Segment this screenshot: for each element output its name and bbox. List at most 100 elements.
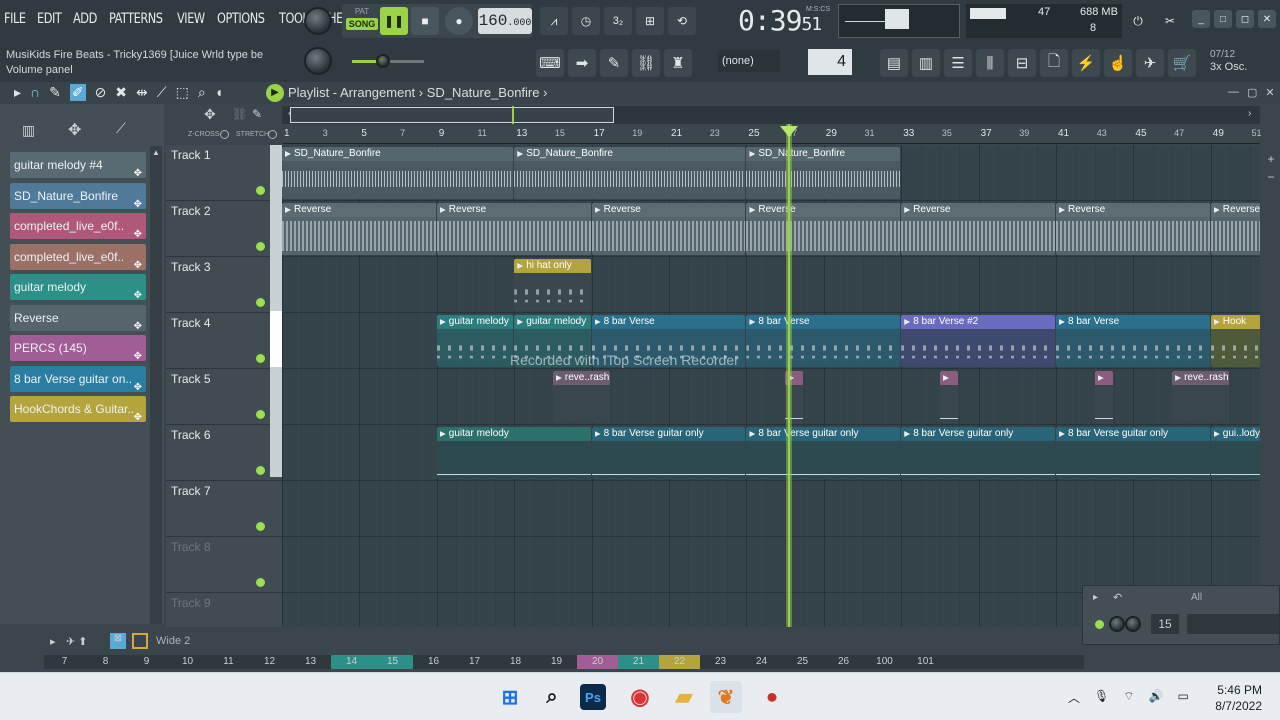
mixer-arrow-icon[interactable]: ▸ bbox=[50, 635, 56, 648]
mixer-track-number[interactable]: 13 bbox=[290, 655, 331, 669]
track-enable-dot[interactable] bbox=[256, 186, 265, 195]
taskbar-clock[interactable]: 5:46 PM 8/7/2022 bbox=[1215, 682, 1262, 714]
photoshop-icon[interactable]: Ps bbox=[580, 684, 606, 710]
arrangement-clip[interactable]: reve..rash bbox=[552, 371, 610, 423]
magnet-icon[interactable]: ∩ bbox=[30, 84, 40, 101]
mixer-track-number[interactable]: 21 bbox=[618, 655, 659, 669]
step-edit-icon[interactable]: ⊞ bbox=[636, 7, 664, 35]
delete-tool-icon[interactable]: ⊘ bbox=[95, 84, 107, 101]
arrangement-clip[interactable]: guitar melody bbox=[436, 427, 591, 479]
insert-play-icon[interactable]: ▸ bbox=[1093, 592, 1098, 603]
menu-patterns[interactable]: PATTERNS bbox=[109, 11, 163, 27]
edit-tool-icon[interactable]: ✎ bbox=[252, 107, 262, 121]
mixer-route-field[interactable] bbox=[1187, 614, 1279, 634]
playlist-grid[interactable]: SD_Nature_Bonfire SD_Nature_Bonfire SD_Nat… bbox=[282, 145, 1260, 627]
plugin-icon[interactable]: ⚡ bbox=[1072, 49, 1100, 77]
snap-select[interactable]: (none) bbox=[718, 50, 780, 72]
grid-scrollbar[interactable]: + − bbox=[1262, 146, 1280, 626]
track-header[interactable]: Track 1 bbox=[166, 145, 282, 201]
mixer-icon[interactable]: ⫼ bbox=[976, 49, 1004, 77]
arrangement-clip[interactable]: hi hat only bbox=[514, 259, 591, 311]
maximize-icon[interactable]: □ bbox=[1214, 10, 1232, 28]
typing-keyboard-icon[interactable]: ⌨ bbox=[536, 49, 564, 77]
wait-for-input-icon[interactable]: ◷ bbox=[572, 7, 600, 35]
master-pitch-knob[interactable] bbox=[304, 47, 332, 75]
arrangement-clip[interactable]: 8 bar Verse guitar only bbox=[901, 427, 1055, 479]
menu-view[interactable]: VIEW bbox=[177, 11, 205, 27]
track-enable-dot[interactable] bbox=[256, 578, 265, 587]
pl-minimize-icon[interactable]: — bbox=[1228, 86, 1239, 99]
cart-icon[interactable]: 🛒 bbox=[1168, 49, 1196, 77]
track-enable-dot[interactable] bbox=[256, 410, 265, 419]
arrangement-clip[interactable] bbox=[939, 371, 959, 423]
menu-file[interactable]: FILE bbox=[4, 11, 26, 27]
arrangement-clip[interactable]: 8 bar Verse guitar only bbox=[746, 427, 901, 479]
chevron-up-icon[interactable]: ︿ bbox=[1068, 689, 1080, 706]
scroll-right-icon[interactable]: › bbox=[1248, 108, 1251, 119]
browser-icon[interactable]: ⊟ bbox=[1008, 49, 1036, 77]
overview-viewport[interactable] bbox=[290, 107, 614, 123]
mixer-width-label[interactable]: Wide 2 bbox=[156, 635, 190, 647]
arrangement-clip[interactable] bbox=[1094, 371, 1114, 423]
menu-add[interactable]: ADD bbox=[73, 11, 97, 27]
arrangement-clip[interactable]: Hook bbox=[1210, 315, 1260, 367]
mixer-track-number[interactable]: 16 bbox=[413, 655, 454, 669]
arrangement-clip[interactable]: 8 bar Verse guitar only bbox=[1056, 427, 1210, 479]
mixer-track-number[interactable]: 12 bbox=[249, 655, 290, 669]
mixer-enable-dot[interactable] bbox=[1095, 620, 1104, 629]
mixer-tools-icon[interactable]: ✈ ⬆ bbox=[66, 635, 88, 648]
close-icon[interactable]: ✕ bbox=[1258, 10, 1276, 28]
mixer-track-number[interactable]: 22 bbox=[659, 655, 700, 669]
pencil-tool-icon[interactable]: ✎ bbox=[49, 84, 61, 101]
arrangement-clip[interactable]: Reverse bbox=[282, 203, 436, 255]
pl-close-icon[interactable]: ✕ bbox=[1265, 86, 1274, 99]
arrangement-overview[interactable] bbox=[282, 106, 1260, 124]
minimize-icon[interactable]: _ bbox=[1192, 10, 1210, 28]
mixer-track-number[interactable]: 19 bbox=[536, 655, 577, 669]
track-enable-dot[interactable] bbox=[256, 522, 265, 531]
track-tools-icon[interactable]: ✥ bbox=[204, 106, 216, 123]
timeline-ruler[interactable]: 1 3 5 7 9 11 13 15 17 19 21 23 25 27 29 31 33 35 37 39 41 43 4… bbox=[282, 124, 1262, 144]
mixer-track-number[interactable]: 100 bbox=[864, 655, 905, 669]
pl-maximize-icon[interactable]: ▢ bbox=[1247, 86, 1257, 99]
arrangement-clip[interactable]: Reverse bbox=[1056, 203, 1210, 255]
tempo-display[interactable]: 160.000 bbox=[478, 8, 532, 34]
track-header[interactable]: Track 7 bbox=[166, 481, 282, 537]
audio-wave-icon[interactable]: ✥ bbox=[68, 120, 81, 140]
playback-tool-icon[interactable]: ◖ bbox=[215, 84, 223, 101]
stamp-icon[interactable]: ♜ bbox=[664, 49, 692, 77]
file-icon[interactable]: 🗋 bbox=[1040, 49, 1068, 77]
file-explorer-icon[interactable]: ▰ bbox=[668, 681, 700, 713]
touch-icon[interactable]: ☝ bbox=[1104, 49, 1132, 77]
picker-item[interactable]: 8 bar Verse guitar on.. ✥ bbox=[10, 365, 146, 392]
picker-scrollbar[interactable]: ▲ bbox=[150, 146, 162, 624]
pause-icon[interactable]: ❚❚ bbox=[380, 7, 408, 35]
menu-options[interactable]: OPTIONS bbox=[217, 11, 265, 27]
picker-item[interactable]: completed_live_e0f.. ✥ bbox=[10, 243, 146, 270]
piano-icon[interactable]: ▥ bbox=[22, 122, 35, 139]
restore-icon[interactable]: ◻ bbox=[1236, 10, 1254, 28]
track-header[interactable]: Track 8 bbox=[166, 537, 282, 593]
mixer-track-number[interactable]: 26 bbox=[823, 655, 864, 669]
recent-panel[interactable]: 07/12 3x Osc. bbox=[1210, 48, 1247, 74]
pencil-icon[interactable]: ✎ bbox=[600, 49, 628, 77]
panic-icon[interactable]: ⏻ bbox=[1124, 7, 1152, 35]
mixer-track-number[interactable]: 25 bbox=[782, 655, 823, 669]
countdown-icon[interactable]: 3₂ bbox=[604, 7, 632, 35]
mixer-track-number[interactable]: 23 bbox=[700, 655, 741, 669]
slice-tool-icon[interactable]: ⟋ bbox=[157, 84, 167, 101]
arrangement-clip[interactable]: Reverse bbox=[746, 203, 901, 255]
track-mute-strip[interactable] bbox=[270, 145, 282, 477]
mixer-track-number[interactable]: 14 bbox=[331, 655, 372, 669]
play-pattern-icon[interactable]: ▶ bbox=[266, 84, 284, 102]
arrangement-clip[interactable]: 8 bar Verse guitar only bbox=[591, 427, 746, 479]
pat-song-toggle[interactable]: PAT SONG bbox=[346, 7, 378, 35]
mixer-volume-knob[interactable] bbox=[1109, 616, 1125, 632]
picker-item[interactable]: HookChords & Guitar.. ✥ bbox=[10, 396, 146, 422]
windows-start-icon[interactable]: ⊞ bbox=[494, 681, 526, 713]
battery-icon[interactable]: ▭ bbox=[1177, 689, 1188, 706]
mixer-track-number[interactable]: 101 bbox=[905, 655, 946, 669]
track-enable-dot[interactable] bbox=[256, 466, 265, 475]
menu-edit[interactable]: EDIT bbox=[37, 11, 62, 27]
track-enable-dot[interactable] bbox=[256, 242, 265, 251]
